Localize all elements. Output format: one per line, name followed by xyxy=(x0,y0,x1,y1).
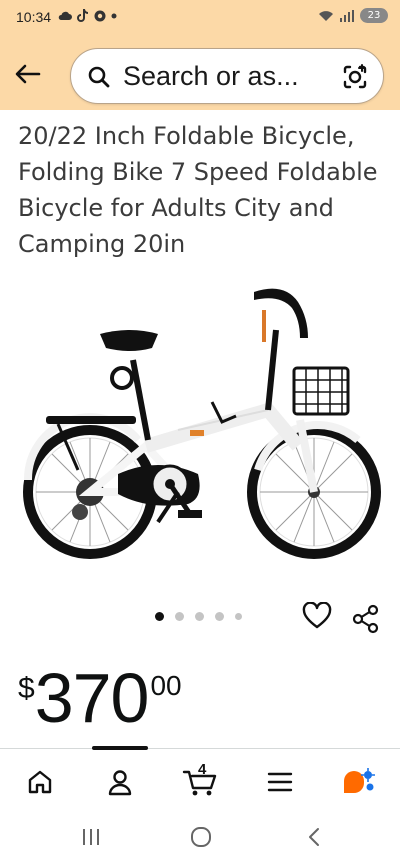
price: $ 370 00 xyxy=(18,660,182,736)
product-image[interactable] xyxy=(18,270,384,580)
nav-rufus[interactable] xyxy=(336,760,380,804)
home-circle-icon[interactable] xyxy=(190,826,212,848)
nav-home[interactable] xyxy=(18,760,62,804)
home-icon xyxy=(28,770,52,794)
chrome-icon xyxy=(94,10,106,21)
header: Search or as... xyxy=(0,36,400,110)
nav-menu[interactable] xyxy=(258,760,302,804)
share-icon[interactable] xyxy=(352,604,380,634)
status-bar: 10:34 23 xyxy=(0,0,400,36)
system-nav-bar xyxy=(0,812,400,867)
recent-apps-icon[interactable] xyxy=(80,826,102,848)
more-dot-icon xyxy=(111,13,117,18)
price-whole: 370 xyxy=(34,659,150,737)
rufus-icon xyxy=(344,768,375,793)
cloud-icon xyxy=(58,11,72,20)
nav-cart[interactable]: 4 xyxy=(178,760,222,804)
camera-lens-icon[interactable] xyxy=(341,63,369,91)
menu-icon xyxy=(267,772,293,792)
search-icon xyxy=(88,66,110,88)
price-fraction: 00 xyxy=(150,670,182,701)
status-time: 10:34 xyxy=(16,9,52,25)
carousel-dots xyxy=(155,612,242,621)
carousel-dot[interactable] xyxy=(175,612,184,621)
status-system-icons: 23 xyxy=(318,8,388,23)
search-placeholder: Search or as... xyxy=(123,61,299,91)
price-symbol: $ xyxy=(18,672,35,705)
back-chevron-icon[interactable] xyxy=(304,826,326,848)
signal-icon xyxy=(340,9,354,22)
back-arrow-icon xyxy=(15,64,41,84)
nav-account[interactable] xyxy=(98,760,142,804)
cart-count: 4 xyxy=(198,761,207,778)
wifi-icon xyxy=(319,10,333,21)
status-notification-icons xyxy=(58,9,117,22)
carousel-dot[interactable] xyxy=(215,612,224,621)
account-icon xyxy=(108,770,132,796)
product-title[interactable]: 20/22 Inch Foldable Bicycle, Folding Bik… xyxy=(18,118,388,262)
battery-indicator: 23 xyxy=(360,8,388,23)
carousel-dot[interactable] xyxy=(155,612,164,621)
heart-icon[interactable] xyxy=(302,602,332,630)
carousel-dot[interactable] xyxy=(195,612,204,621)
search-input[interactable]: Search or as... xyxy=(70,48,384,104)
divider xyxy=(0,748,400,749)
bottom-nav: 4 xyxy=(0,750,400,810)
tiktok-icon xyxy=(77,9,88,22)
back-button[interactable] xyxy=(12,58,44,90)
carousel-dot[interactable] xyxy=(235,613,242,620)
